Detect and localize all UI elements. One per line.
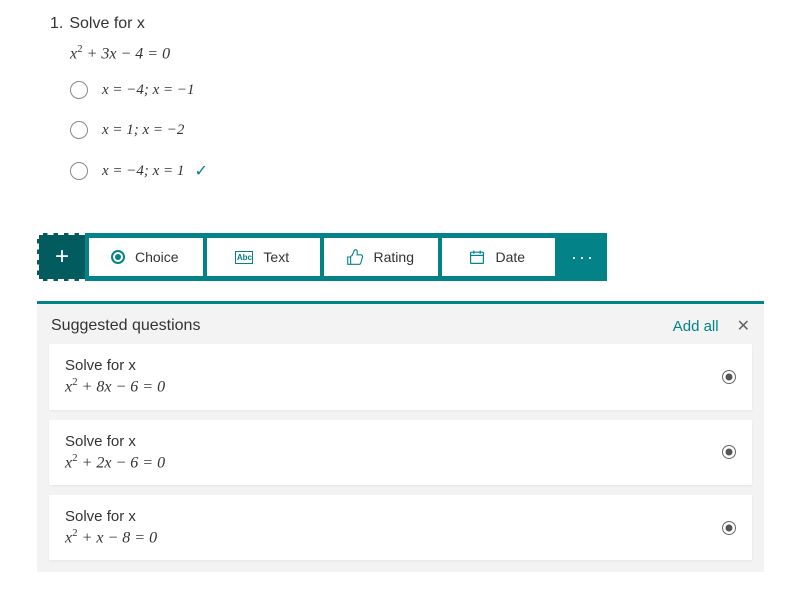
suggested-question-title: Solve for x [65,433,722,450]
suggested-question-equation: x2 + 2x − 6 = 0 [65,452,722,472]
answer-option[interactable]: x = −4; x = −1 [70,81,751,99]
suggested-type-icon [722,370,736,384]
text-icon: Abc [235,251,253,264]
suggested-question-card[interactable]: Solve for x x2 + 8x − 6 = 0 [49,344,752,409]
suggested-type-icon [722,521,736,535]
option-text: x = −4; x = −1 [102,82,195,99]
suggested-type-icon [722,445,736,459]
answer-option[interactable]: x = 1; x = −2 [70,121,751,139]
question-block: 1. Solve for x x2 + 3x − 4 = 0 x = −4; x… [0,0,801,223]
option-text: x = 1; x = −2 [102,122,184,139]
suggested-question-equation: x2 + 8x − 6 = 0 [65,376,722,396]
close-icon[interactable]: ✕ [737,316,750,336]
answer-option[interactable]: x = −4; x = 1 ✓ [70,161,751,181]
suggested-question-title: Solve for x [65,357,722,374]
suggested-question-equation: x2 + x − 8 = 0 [65,527,722,547]
calendar-icon [469,249,485,265]
suggested-question-title: Solve for x [65,508,722,525]
suggested-question-card[interactable]: Solve for x x2 + 2x − 6 = 0 [49,420,752,485]
thumbs-up-icon [346,249,364,265]
rating-label: Rating [374,249,414,265]
date-type-button[interactable]: Date [442,238,556,276]
suggested-question-card[interactable]: Solve for x x2 + x − 8 = 0 [49,495,752,560]
suggested-header-title: Suggested questions [51,317,673,335]
radio-icon [70,81,88,99]
choice-icon [111,250,125,264]
add-question-button[interactable]: + [37,233,85,281]
question-title-text: Solve for x [69,15,145,33]
choice-label: Choice [135,249,179,265]
text-label: Text [263,249,289,265]
checkmark-icon: ✓ [194,161,207,181]
question-number: 1. [50,15,63,33]
add-all-button[interactable]: Add all [673,318,719,335]
text-type-button[interactable]: Abc Text [207,238,321,276]
option-text: x = −4; x = 1 [102,163,184,180]
question-type-toolbar: + Choice Abc Text Rating Date [37,233,607,281]
radio-icon [70,162,88,180]
suggested-questions-panel: Suggested questions Add all ✕ Solve for … [37,301,764,572]
choice-type-button[interactable]: Choice [89,238,203,276]
more-types-button[interactable]: ··· [559,233,607,281]
rating-type-button[interactable]: Rating [324,238,438,276]
question-equation: x2 + 3x − 4 = 0 [70,43,751,63]
date-label: Date [495,249,525,265]
radio-icon [70,121,88,139]
